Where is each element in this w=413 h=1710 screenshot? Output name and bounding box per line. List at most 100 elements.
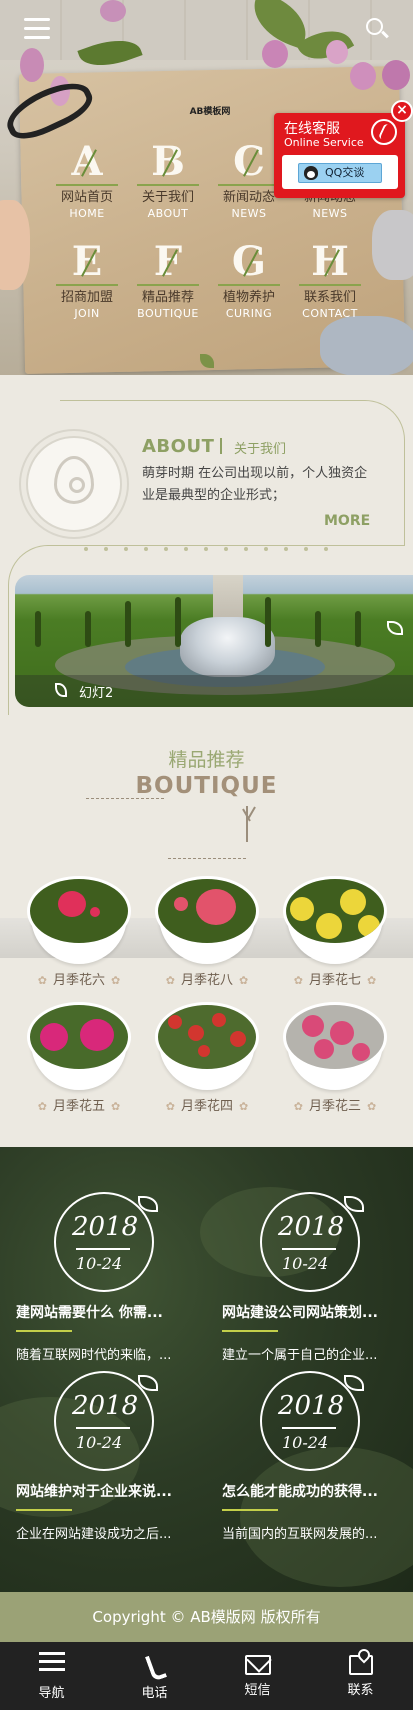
slider-caption: 幻灯2 <box>79 686 114 701</box>
nav-label-cn: 关于我们 <box>141 190 194 205</box>
sprout-icon <box>220 438 230 454</box>
news-section: 2018 10-24 建网站需要什么 你需... 随着互联网时代的来临，... … <box>0 1147 413 1592</box>
nav-label-cn: 精品推荐 <box>141 290 194 305</box>
flower-icon: ✿ <box>239 1100 249 1113</box>
nav-item-join[interactable]: E 招商加盟 JOIN <box>52 240 122 321</box>
news-title[interactable]: 网站建设公司网站策划... <box>222 1302 402 1322</box>
bottom-nav-sms[interactable]: 短信 <box>206 1642 309 1710</box>
flower-icon: ✿ <box>367 974 377 987</box>
map-icon <box>348 1655 373 1675</box>
news-item[interactable]: 2018 10-24 怎么能才能成功的获得... 当前国内的互联网发展的... <box>222 1371 412 1542</box>
nav-item-contact[interactable]: H 联系我们 CONTACT <box>295 240 365 321</box>
nav-label-en: NEWS <box>231 207 267 220</box>
nav-letter: F <box>133 240 203 284</box>
news-item[interactable]: 2018 10-24 网站维护对于企业来说... 企业在网站建设成功之后... <box>16 1371 206 1542</box>
product-card[interactable]: ✿ 月季花七 ✿ <box>280 876 390 990</box>
nav-letter: H <box>295 240 365 284</box>
news-date-badge: 2018 10-24 <box>260 1192 364 1292</box>
product-card[interactable]: ✿ 月季花八 ✿ <box>152 876 262 990</box>
product-card[interactable]: ✿ 月季花六 ✿ <box>24 876 134 990</box>
news-title[interactable]: 网站维护对于企业来说... <box>16 1481 196 1501</box>
news-year: 2018 <box>72 1391 139 1421</box>
phone-icon <box>140 1652 170 1678</box>
nav-letter: G <box>214 240 284 284</box>
about-text: 萌芽时期 在公司出现以前，个人独资企业是最典型的企业形式； <box>142 466 368 503</box>
mail-icon <box>244 1655 271 1675</box>
close-icon[interactable]: × <box>391 100 413 122</box>
slider-caption-bar <box>15 675 413 707</box>
divider <box>168 858 246 859</box>
search-icon[interactable] <box>366 18 389 40</box>
dotted-divider <box>84 545 344 553</box>
flower-icon: ✿ <box>37 1100 47 1113</box>
bottom-nav-label: 联系 <box>347 1683 374 1698</box>
bottom-nav-guide[interactable]: 导航 <box>0 1642 103 1710</box>
leaf-icon <box>138 1375 158 1391</box>
tulip-decoration <box>382 60 410 90</box>
product-card[interactable]: ✿ 月季花三 ✿ <box>280 1002 390 1116</box>
flower-icon: ✿ <box>239 974 249 987</box>
wood-background <box>0 0 413 60</box>
product-card[interactable]: ✿ 月季花五 ✿ <box>24 1002 134 1116</box>
nav-item-curing[interactable]: G 植物养护 CURING <box>214 240 284 321</box>
leaf-icon <box>344 1375 364 1391</box>
product-card[interactable]: ✿ 月季花四 ✿ <box>152 1002 262 1116</box>
news-date-badge: 2018 10-24 <box>54 1371 158 1471</box>
news-summary: 企业在网站建设成功之后... <box>16 1527 172 1542</box>
news-date: 10-24 <box>282 1254 329 1273</box>
bottom-nav-label: 电话 <box>141 1686 168 1701</box>
tulip-decoration <box>20 48 44 82</box>
nav-item-boutique[interactable]: F 精品推荐 BOUTIQUE <box>133 240 203 321</box>
nav-label-en: CURING <box>225 307 273 320</box>
service-subtitle: Online Service <box>284 136 364 149</box>
divider <box>86 798 164 799</box>
news-title[interactable]: 建网站需要什么 你需... <box>16 1302 196 1322</box>
sprout-icon <box>246 806 258 842</box>
flower-icon: ✿ <box>111 1100 121 1113</box>
flower-icon: ✿ <box>37 974 47 987</box>
news-date: 10-24 <box>282 1433 329 1452</box>
product-image <box>155 1002 259 1072</box>
news-date-badge: 2018 10-24 <box>260 1371 364 1471</box>
news-year: 2018 <box>72 1212 139 1242</box>
list-icon <box>37 1652 67 1678</box>
news-item[interactable]: 2018 10-24 建网站需要什么 你需... 随着互联网时代的来临，... <box>16 1192 206 1363</box>
about-more-link[interactable]: MORE <box>324 513 370 529</box>
news-summary: 随着互联网时代的来临，... <box>16 1348 172 1363</box>
news-item[interactable]: 2018 10-24 网站建设公司网站策划... 建立一个属于自己的企业... <box>222 1192 412 1363</box>
leaf-icon <box>387 621 403 635</box>
site-logo[interactable]: AB模板网 <box>180 104 240 120</box>
menu-icon[interactable] <box>24 18 50 40</box>
nav-label-en: JOIN <box>74 307 100 320</box>
nav-letter: A <box>52 140 122 184</box>
flower-icon: ✿ <box>293 1100 303 1113</box>
service-title: 在线客服 <box>284 121 340 137</box>
flower-icon: ✿ <box>367 1100 377 1113</box>
news-year: 2018 <box>278 1212 345 1242</box>
news-year: 2018 <box>278 1391 345 1421</box>
tulip-decoration <box>326 40 348 64</box>
nav-item-home[interactable]: A 网站首页 HOME <box>52 140 122 221</box>
nav-letter: E <box>52 240 122 284</box>
phone-icon <box>371 119 397 145</box>
sleeve-decoration <box>372 210 413 280</box>
online-service-widget: 在线客服 Online Service QQ交谈 × <box>274 100 413 198</box>
product-name: 月季花六 <box>52 973 105 988</box>
nav-label-en: HOME <box>69 207 105 220</box>
leaf-icon <box>344 1196 364 1212</box>
nav-label-cn: 植物养护 <box>222 290 275 305</box>
sleeve-decoration <box>320 316 413 375</box>
news-summary: 建立一个属于自己的企业... <box>222 1348 378 1363</box>
nav-item-about[interactable]: B 关于我们 ABOUT <box>133 140 203 221</box>
bottom-nav-phone[interactable]: 电话 <box>103 1642 206 1710</box>
bottom-nav-contact[interactable]: 联系 <box>309 1642 412 1710</box>
about-title: ABOUT <box>142 436 215 457</box>
nav-label-cn: 招商加盟 <box>60 290 113 305</box>
image-slider[interactable]: 幻灯2 <box>15 575 413 707</box>
nav-label-cn: 网站首页 <box>60 190 113 205</box>
boutique-title-cn: 精品推荐 <box>168 749 245 771</box>
about-badge-icon <box>26 436 122 532</box>
news-date-badge: 2018 10-24 <box>54 1192 158 1292</box>
tulip-decoration <box>350 62 376 90</box>
news-title[interactable]: 怎么能才能成功的获得... <box>222 1481 402 1501</box>
